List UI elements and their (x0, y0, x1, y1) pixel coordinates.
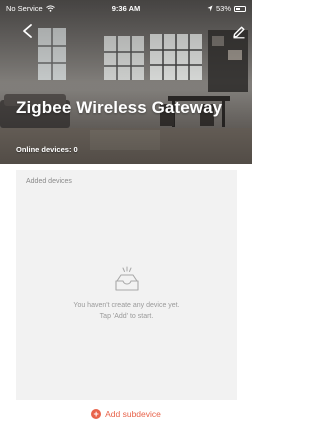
empty-state-line1: You haven't create any device yet. (73, 302, 180, 309)
edit-pencil-icon[interactable] (232, 25, 246, 39)
status-bar: No Service 9:36 AM 53% (0, 0, 252, 16)
status-right: 53% (207, 4, 246, 13)
empty-tray-icon (115, 266, 139, 291)
added-devices-panel: Added devices You haven't create any dev… (16, 170, 237, 400)
add-plus-icon: + (91, 409, 102, 419)
location-arrow-icon (207, 5, 213, 12)
empty-state-line2: Tap 'Add' to start. (99, 313, 154, 320)
add-subdevice-button[interactable]: + Add subdevice (0, 409, 252, 419)
room-background-image (0, 0, 252, 164)
battery-percent: 53% (215, 4, 231, 13)
online-devices-count: Online devices: 0 (16, 145, 78, 154)
added-devices-label: Added devices (26, 178, 72, 185)
battery-fill (236, 7, 241, 10)
page-title: Zigbee Wireless Gateway (16, 98, 223, 117)
header-hero: No Service 9:36 AM 53% Zigbee Wireless G… (0, 0, 252, 164)
empty-state-message: You haven't create any device yet. Tap '… (16, 300, 237, 322)
add-subdevice-label: Add subdevice (105, 409, 161, 419)
back-chevron-icon[interactable] (20, 23, 36, 39)
battery-icon (234, 5, 246, 12)
